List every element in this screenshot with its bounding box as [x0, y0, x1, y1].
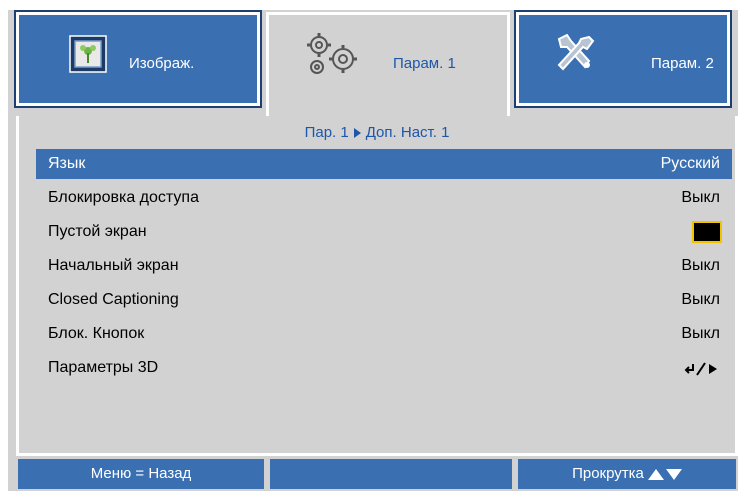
back-hint[interactable]: Меню = Назад: [18, 459, 264, 489]
menu-item-blank-screen[interactable]: Пустой экран: [36, 217, 732, 247]
tab-label: Парам. 1: [393, 55, 456, 72]
tools-icon: [557, 33, 595, 71]
menu-item-value: Выкл: [681, 291, 720, 308]
menu-item-keypad-lock[interactable]: Блок. Кнопок Выкл: [36, 319, 732, 349]
menu-item-label: Блок. Кнопок: [48, 325, 145, 342]
menu-item-language[interactable]: Язык Русский: [36, 149, 732, 179]
menu-item-label: Язык: [48, 155, 86, 172]
breadcrumb-part1: Пар. 1: [304, 124, 349, 141]
menu-item-closed-captioning[interactable]: Closed Captioning Выкл: [36, 285, 732, 315]
menu-item-value: Русский: [660, 155, 720, 172]
tab-settings-2[interactable]: Парам. 2: [514, 10, 732, 108]
osd-menu: Изображ. Парам. 1 Парам. 2 Пар. 1 Доп. Н…: [8, 10, 738, 491]
breadcrumb-arrow-icon: [353, 128, 361, 139]
tab-settings-1[interactable]: Парам. 1: [266, 12, 510, 118]
scroll-hint[interactable]: Прокрутка: [518, 459, 736, 489]
menu-item-label: Пустой экран: [48, 223, 147, 240]
color-swatch: [692, 221, 722, 243]
menu-item-value: Выкл: [681, 257, 720, 274]
breadcrumb-part2: Доп. Наст. 1: [365, 124, 450, 141]
menu-item-label: Closed Captioning: [48, 291, 179, 308]
tab-image[interactable]: Изображ.: [14, 10, 262, 108]
menu-item-label: Параметры 3D: [48, 359, 159, 376]
menu-item-label: Блокировка доступа: [48, 189, 199, 206]
footer: Меню = Назад Прокрутка: [16, 458, 738, 490]
menu-item-label: Начальный экран: [48, 257, 179, 274]
gears-icon: [307, 33, 357, 74]
back-hint-label: Меню = Назад: [90, 465, 192, 482]
scroll-hint-label: Прокрутка: [572, 465, 644, 482]
enter-icon: [684, 362, 717, 376]
image-icon: [69, 35, 107, 73]
menu-item-value: Выкл: [681, 189, 720, 206]
tab-label: Изображ.: [129, 55, 195, 72]
footer-spacer: [270, 459, 512, 489]
menu-item-value: Выкл: [681, 325, 720, 342]
menu-item-3d-settings[interactable]: Параметры 3D: [36, 353, 732, 383]
arrow-up-icon: [647, 468, 664, 480]
breadcrumb: Пар. 1 Доп. Наст. 1: [19, 124, 735, 141]
arrow-down-icon: [665, 468, 682, 480]
settings-panel: Пар. 1 Доп. Наст. 1 Язык Русский Блокиров…: [16, 116, 738, 456]
tab-label: Парам. 2: [651, 55, 714, 72]
menu-item-splash-screen[interactable]: Начальный экран Выкл: [36, 251, 732, 281]
menu-item-security-lock[interactable]: Блокировка доступа Выкл: [36, 183, 732, 213]
